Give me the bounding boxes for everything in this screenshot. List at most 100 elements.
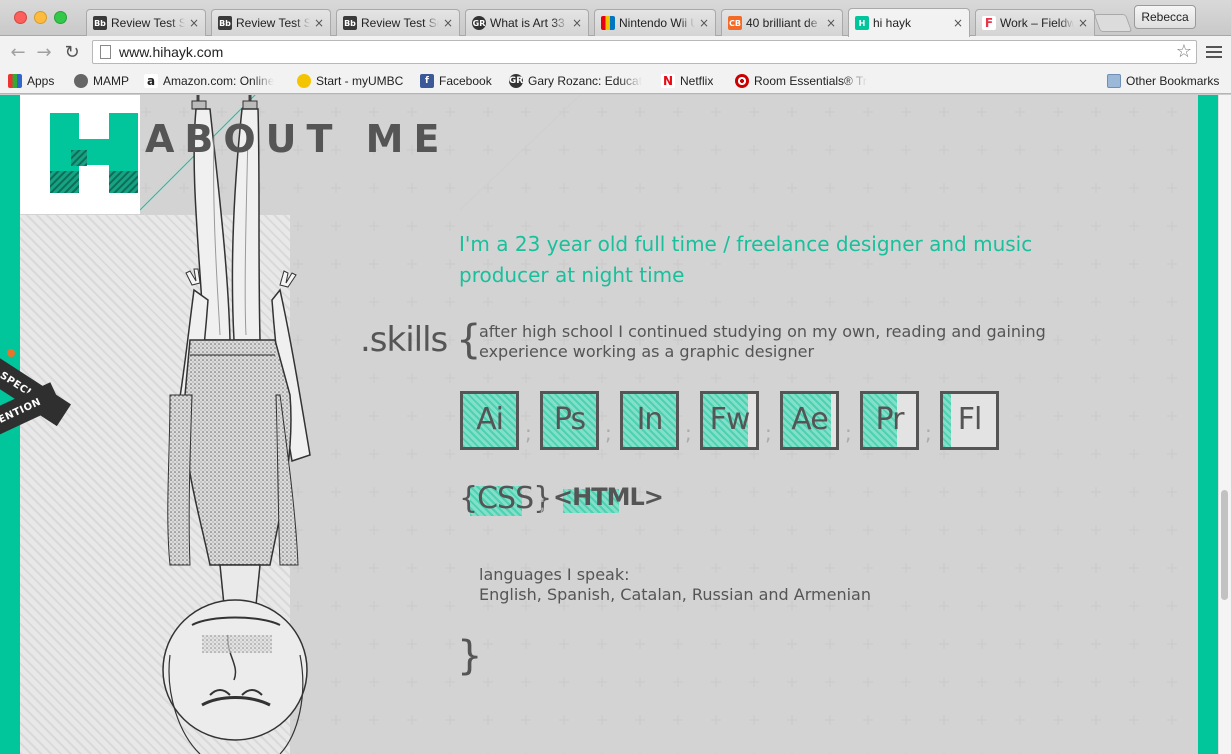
css-skill: {CSS} — [459, 481, 552, 516]
languages-list: English, Spanish, Catalan, Russian and A… — [479, 585, 871, 604]
chrome-menu-icon[interactable] — [1206, 46, 1222, 60]
ribbon-badge-icon — [7, 349, 15, 357]
scrollbar-track[interactable] — [1218, 95, 1231, 754]
close-tab-icon[interactable]: × — [699, 16, 709, 30]
tab-title: Work – Fieldwo — [1000, 16, 1074, 30]
bookmark-label: Other Bookmarks — [1126, 74, 1220, 88]
tab-title: Nintendo Wii U — [619, 16, 695, 30]
skill-box-ae: Ae — [780, 391, 839, 450]
skills-title: .skills — [360, 320, 448, 360]
skill-box-fw: Fw — [700, 391, 759, 450]
tab-title: 40 brilliant de — [746, 16, 818, 30]
facebook-icon: f — [420, 74, 434, 88]
tab-title: Review Test Su — [111, 16, 185, 30]
bookmark-label: Start - myUMBC — [316, 74, 404, 88]
separator: ; — [525, 421, 532, 445]
bookmarks-bar: Apps MAMP a Amazon.com: Online Start - m… — [0, 68, 1231, 94]
creative-bloq-icon: CB — [728, 16, 742, 30]
close-window-button[interactable] — [14, 11, 27, 24]
close-tab-icon[interactable]: × — [826, 16, 836, 30]
bookmark-other[interactable]: Other Bookmarks — [1107, 72, 1219, 90]
tab-what-is-art[interactable]: GR What is Art 33 × — [465, 9, 589, 36]
reload-icon[interactable]: ↻ — [62, 42, 82, 63]
hihayk-logo[interactable] — [20, 95, 140, 214]
mamp-icon — [74, 74, 88, 88]
scrollbar-thumb[interactable] — [1221, 490, 1228, 600]
bookmark-room-essentials[interactable]: Room Essentials® Tr — [735, 72, 870, 90]
back-arrow-icon[interactable]: ← — [8, 42, 28, 63]
h-logo-icon — [50, 113, 138, 193]
skill-label: Ps — [553, 402, 586, 437]
html-skill: <HTML> — [553, 483, 664, 511]
skill-label: Ai — [476, 402, 504, 437]
separator: ; — [925, 421, 932, 445]
page-viewport: ABOUT ME I'm a 23 year old full time / f… — [0, 95, 1231, 754]
skills-description: after high school I continued studying o… — [479, 322, 1046, 361]
forward-arrow-icon[interactable]: → — [34, 42, 54, 63]
bookmark-gary-rozanc[interactable]: GR Gary Rozanc: Educat — [509, 72, 649, 90]
bookmark-label: Apps — [27, 74, 55, 88]
bookmark-label: Gary Rozanc: Educat — [528, 74, 643, 88]
close-tab-icon[interactable]: × — [1078, 16, 1088, 30]
blackboard-icon: Bb — [93, 16, 107, 30]
tab-review-test-2[interactable]: Bb Review Test Su × — [211, 9, 331, 36]
tab-fieldwork[interactable]: F Work – Fieldwo × — [975, 9, 1095, 36]
close-tab-icon[interactable]: × — [953, 16, 963, 30]
gr-icon: GR — [509, 74, 524, 88]
skill-box-ps: Ps — [540, 391, 599, 450]
separator: ; — [765, 421, 772, 445]
bookmark-facebook[interactable]: f Facebook — [420, 72, 492, 90]
skill-box-in: In — [620, 391, 679, 450]
tab-hi-hayk[interactable]: H hi hayk × — [848, 8, 970, 37]
new-tab-button[interactable] — [1093, 14, 1133, 32]
bookmark-mamp[interactable]: MAMP — [74, 72, 129, 90]
close-tab-icon[interactable]: × — [572, 16, 582, 30]
bookmark-label: Netflix — [680, 74, 714, 88]
skill-box-pr: Pr — [860, 391, 919, 450]
netflix-icon: N — [661, 74, 675, 88]
languages-title: languages I speak: — [479, 565, 630, 584]
fieldwork-icon: F — [982, 16, 996, 30]
skill-label: Fl — [957, 402, 983, 437]
about-section: ABOUT ME I'm a 23 year old full time / f… — [20, 95, 1198, 754]
bookmark-netflix[interactable]: N Netflix — [661, 72, 713, 90]
separator: ; — [605, 421, 612, 445]
page-icon — [100, 45, 111, 59]
tab-review-test-3[interactable]: Bb Review Test Su × — [336, 9, 460, 36]
bookmark-label: MAMP — [93, 74, 129, 88]
intro-text: I'm a 23 year old full time / freelance … — [459, 232, 1033, 287]
skill-label: Fw — [709, 402, 751, 437]
bookmark-star-icon[interactable]: ☆ — [1176, 41, 1192, 62]
folder-icon — [1107, 74, 1121, 88]
hihayk-icon: H — [855, 16, 869, 30]
tab-nintendo[interactable]: Nintendo Wii U × — [594, 9, 716, 36]
amazon-icon: a — [144, 74, 158, 88]
bookmark-amazon[interactable]: a Amazon.com: Online — [144, 72, 282, 90]
skill-label: Pr — [875, 402, 905, 437]
paw-icon — [297, 74, 311, 88]
close-tab-icon[interactable]: × — [314, 16, 324, 30]
bookmark-myumbc[interactable]: Start - myUMBC — [297, 72, 403, 90]
profile-button[interactable]: Rebecca — [1134, 5, 1196, 29]
url-text[interactable]: www.hihayk.com — [119, 44, 223, 60]
separator: ; — [539, 491, 546, 515]
skill-box-ai: Ai — [460, 391, 519, 450]
bookmark-label: Amazon.com: Online — [163, 74, 275, 88]
blackboard-icon: Bb — [218, 16, 232, 30]
blackboard-icon: Bb — [343, 16, 357, 30]
bookmark-apps[interactable]: Apps — [8, 72, 54, 90]
tab-bar: Bb Review Test Su × Bb Review Test Su × … — [0, 0, 1231, 37]
tab-40-brilliant[interactable]: CB 40 brilliant de × — [721, 9, 843, 36]
zoom-window-button[interactable] — [54, 11, 67, 24]
tab-review-test-1[interactable]: Bb Review Test Su × — [86, 9, 206, 36]
tab-title: Review Test Su — [361, 16, 439, 30]
address-bar[interactable]: www.hihayk.com ☆ — [92, 40, 1197, 64]
minimize-window-button[interactable] — [34, 11, 47, 24]
close-tab-icon[interactable]: × — [189, 16, 199, 30]
bookmark-label: Facebook — [439, 74, 492, 88]
page-title: ABOUT ME — [145, 117, 450, 161]
close-tab-icon[interactable]: × — [443, 16, 453, 30]
apps-grid-icon — [8, 74, 22, 88]
skill-label: In — [636, 402, 664, 437]
tab-title: hi hayk — [873, 16, 912, 30]
